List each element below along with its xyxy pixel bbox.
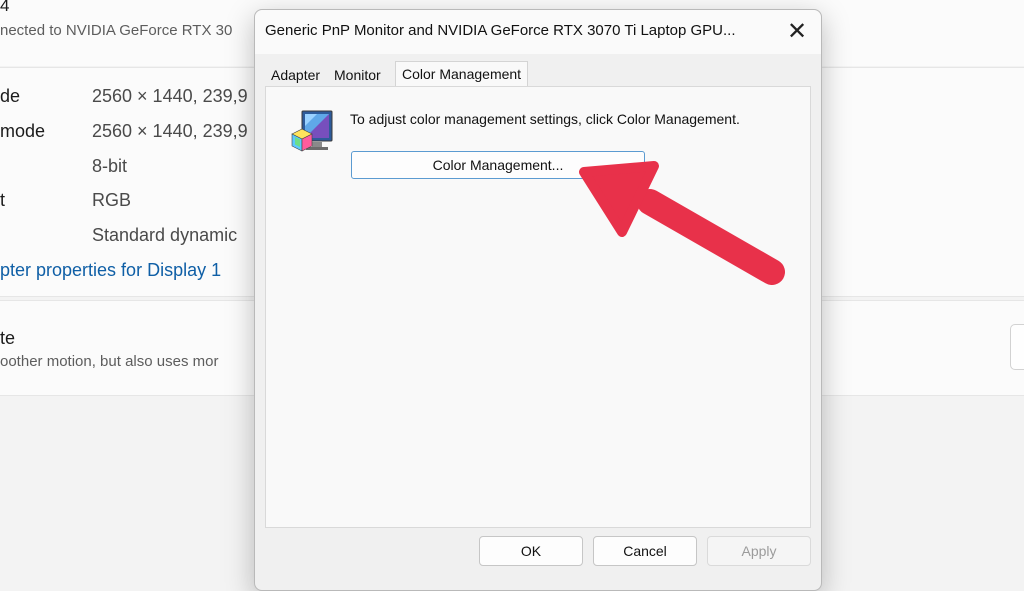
instruction-text: To adjust color management settings, cli… [350,111,740,127]
display-connection-info: nected to NVIDIA GeForce RTX 30 [0,22,232,39]
row-value: 2560 × 1440, 239,9 [92,121,248,142]
row-label: mode [0,121,45,142]
row-label: de [0,86,20,107]
color-management-panel: To adjust color management settings, cli… [265,86,811,528]
ok-button[interactable]: OK [479,536,583,566]
row-value: RGB [92,190,131,211]
cancel-button[interactable]: Cancel [593,536,697,566]
dialog-title: Generic PnP Monitor and NVIDIA GeForce R… [265,22,777,39]
monitor-color-icon [290,109,336,157]
apply-button[interactable]: Apply [707,536,811,566]
refresh-rate-description: oother motion, but also uses mor [0,353,218,370]
color-management-button[interactable]: Color Management... [351,151,645,179]
tab-monitor[interactable]: Monitor [328,63,387,87]
row-value: 2560 × 1440, 239,9 [92,86,248,107]
dialog-title-bar: Generic PnP Monitor and NVIDIA GeForce R… [255,10,821,54]
tab-color-management[interactable]: Color Management [395,61,528,88]
adapter-properties-link[interactable]: pter properties for Display 1 [0,260,221,281]
row-label: t [0,190,5,211]
row-value: 8-bit [92,156,127,177]
display-properties-dialog: Generic PnP Monitor and NVIDIA GeForce R… [254,9,822,591]
tab-adapter[interactable]: Adapter [265,63,326,87]
close-icon[interactable]: ✕ [775,14,819,50]
refresh-rate-title: te [0,328,15,349]
row-value: Standard dynamic [92,225,237,246]
refresh-rate-dropdown[interactable] [1010,324,1024,370]
display-number: 4 [0,0,9,16]
